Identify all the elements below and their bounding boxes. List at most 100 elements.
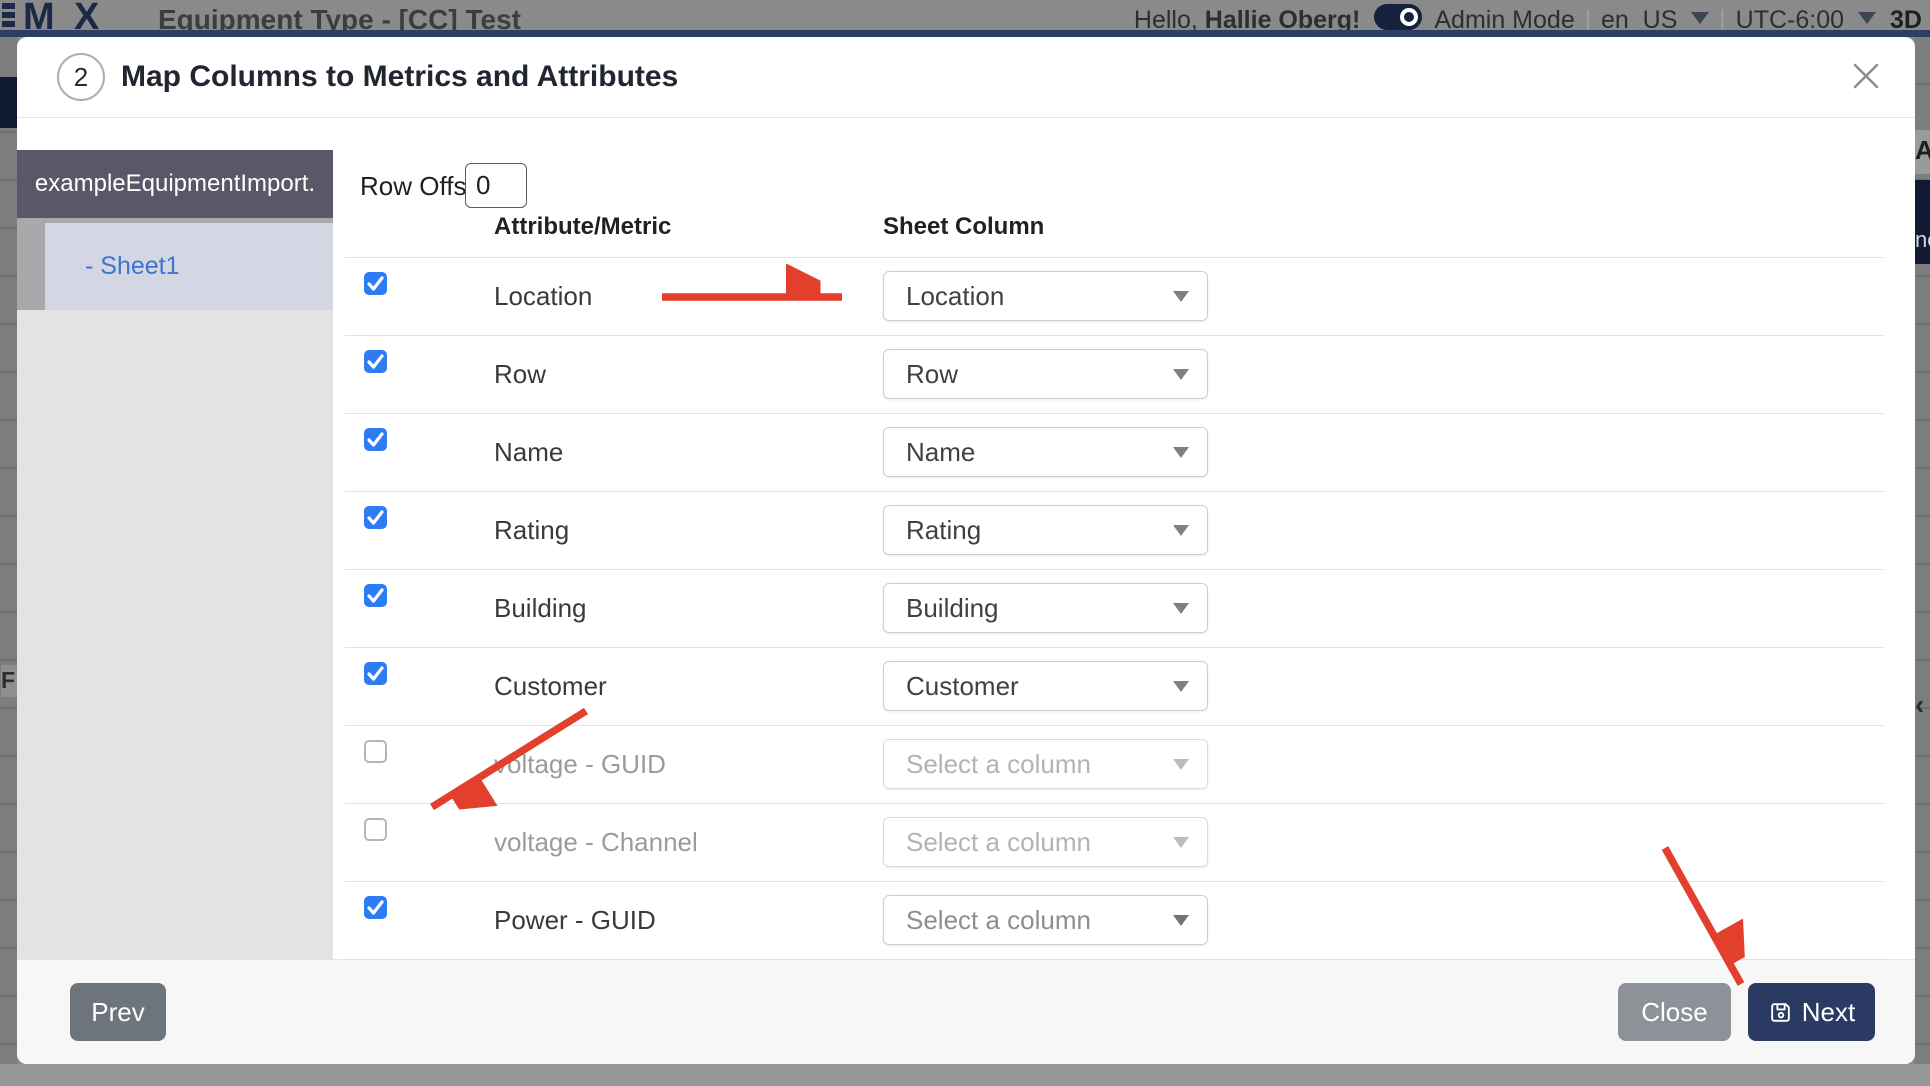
save-icon xyxy=(1768,1000,1793,1025)
background-navy-block xyxy=(0,77,17,128)
attribute-label: Power - GUID xyxy=(494,903,656,937)
table-row: Power - GUID Select a column xyxy=(345,882,1884,960)
table-row: voltage - GUID Select a column xyxy=(345,726,1884,804)
background-right-strip: A ne ‹ xyxy=(1915,37,1930,1086)
background-right-label-a: A xyxy=(1915,130,1930,174)
row-checkbox[interactable] xyxy=(364,272,387,295)
next-button[interactable]: Next xyxy=(1748,983,1875,1041)
background-left-label: F xyxy=(1,665,17,697)
row-checkbox[interactable] xyxy=(364,350,387,373)
attribute-metric-header: Attribute/Metric xyxy=(494,213,671,241)
table-row: Name Name xyxy=(345,414,1884,492)
prev-button[interactable]: Prev xyxy=(70,983,166,1041)
row-checkbox[interactable] xyxy=(364,428,387,451)
selected-column-value: Name xyxy=(906,437,975,468)
chevron-down-icon xyxy=(1173,525,1189,536)
selected-column-value: Customer xyxy=(906,671,1019,702)
table-row: voltage - Channel Select a column xyxy=(345,804,1884,882)
selected-column-value: Select a column xyxy=(906,827,1091,858)
close-icon[interactable] xyxy=(1849,59,1883,93)
row-checkbox[interactable] xyxy=(364,740,387,763)
selected-column-value: Rating xyxy=(906,515,981,546)
row-checkbox[interactable] xyxy=(364,896,387,919)
sheet-column-select[interactable]: Select a column xyxy=(883,895,1208,945)
sheet-column-select[interactable]: Row xyxy=(883,349,1208,399)
admin-mode-label: Admin Mode xyxy=(1434,3,1574,30)
attribute-label: Building xyxy=(494,591,587,625)
table-row: Customer Customer xyxy=(345,648,1884,726)
attribute-label: Customer xyxy=(494,669,607,703)
sidebar-item-sheet1[interactable]: - Sheet1 xyxy=(45,223,333,310)
row-checkbox[interactable] xyxy=(364,584,387,607)
admin-mode-toggle[interactable] xyxy=(1374,4,1422,30)
sidebar-gutter xyxy=(17,223,45,310)
background-page-title: Equipment Type - [CC] Test xyxy=(158,2,521,30)
logo-letter-x: X xyxy=(74,0,99,30)
chevron-down-icon xyxy=(1173,291,1189,302)
attribute-label: Rating xyxy=(494,513,569,547)
mapping-panel: Row Offset: Attribute/Metric Sheet Colum… xyxy=(333,118,1915,959)
sheet-sidebar: exampleEquipmentImport. - Sheet1 xyxy=(17,118,333,959)
row-offset-input[interactable] xyxy=(465,163,527,208)
chevron-down-icon xyxy=(1858,12,1876,24)
background-navy-bar xyxy=(0,30,1930,37)
sheet-column-select[interactable]: Select a column xyxy=(883,739,1208,789)
selected-column-value: Building xyxy=(906,593,999,624)
attribute-label: Row xyxy=(494,357,546,391)
selected-column-value: Select a column xyxy=(906,905,1091,936)
chevron-down-icon xyxy=(1173,603,1189,614)
background-left-strip: F xyxy=(0,37,17,1086)
logo-bars-icon xyxy=(2,3,15,30)
selected-column-value: Row xyxy=(906,359,958,390)
dialog-title: Map Columns to Metrics and Attributes xyxy=(121,60,678,94)
chevron-down-icon xyxy=(1173,681,1189,692)
chevron-down-icon xyxy=(1173,837,1189,848)
chevron-left-icon: ‹ xyxy=(1915,689,1930,721)
table-row: Rating Rating xyxy=(345,492,1884,570)
sheet-column-select[interactable]: Rating xyxy=(883,505,1208,555)
sidebar-fill xyxy=(17,310,333,959)
chevron-down-icon xyxy=(1173,447,1189,458)
step-number-badge: 2 xyxy=(57,53,105,101)
selected-column-value: Location xyxy=(906,281,1004,312)
table-row: Location Location xyxy=(345,258,1884,336)
header-divider: | xyxy=(1719,3,1725,30)
corner-label: 3D xyxy=(1890,3,1922,30)
header-divider: | xyxy=(1585,3,1591,30)
attribute-label: voltage - GUID xyxy=(494,747,666,781)
table-row: Building Building xyxy=(345,570,1884,648)
attribute-label: voltage - Channel xyxy=(494,825,698,859)
row-checkbox[interactable] xyxy=(364,818,387,841)
chevron-down-icon xyxy=(1691,12,1709,24)
sheet-column-select[interactable]: Name xyxy=(883,427,1208,477)
sheet-column-header: Sheet Column xyxy=(883,213,1044,241)
map-columns-dialog: 2 Map Columns to Metrics and Attributes … xyxy=(17,37,1915,1064)
mapping-rows: Location Location Row Row xyxy=(345,257,1884,960)
row-checkbox[interactable] xyxy=(364,506,387,529)
locale-select[interactable]: en_US xyxy=(1601,3,1677,30)
background-page-header: M X Equipment Type - [CC] Test Hello, Ha… xyxy=(0,0,1930,30)
row-checkbox[interactable] xyxy=(364,662,387,685)
chevron-down-icon xyxy=(1173,915,1189,926)
toggle-knob-icon xyxy=(1400,8,1418,26)
timezone-select[interactable]: UTC-6:00 xyxy=(1736,3,1844,30)
dialog-header: 2 Map Columns to Metrics and Attributes xyxy=(17,37,1915,118)
user-name: Hallie Oberg! xyxy=(1205,6,1361,30)
attribute-label: Name xyxy=(494,435,563,469)
background-bottom-strip xyxy=(0,1064,1930,1086)
next-button-label: Next xyxy=(1802,997,1855,1028)
sheet-column-select[interactable]: Customer xyxy=(883,661,1208,711)
table-row: Row Row xyxy=(345,336,1884,414)
chevron-down-icon xyxy=(1173,369,1189,380)
close-button[interactable]: Close xyxy=(1618,983,1731,1041)
sheet-column-select[interactable]: Select a column xyxy=(883,817,1208,867)
chevron-down-icon xyxy=(1173,759,1189,770)
background-right-label-ne: ne xyxy=(1915,180,1930,264)
attribute-label: Location xyxy=(494,279,592,313)
dialog-footer: Prev Close Next xyxy=(17,959,1915,1064)
selected-column-value: Select a column xyxy=(906,749,1091,780)
sheet-column-select[interactable]: Location xyxy=(883,271,1208,321)
greeting-text: Hello, Hallie Oberg! xyxy=(1134,3,1360,30)
sheet-column-select[interactable]: Building xyxy=(883,583,1208,633)
logo-letter-m: M xyxy=(23,0,55,30)
